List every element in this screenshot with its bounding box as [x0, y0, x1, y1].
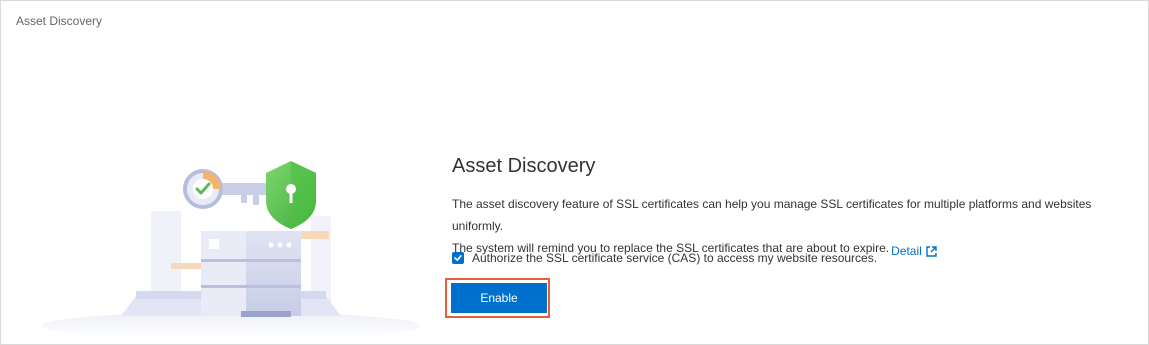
checkmark-icon: [454, 255, 462, 261]
enable-button[interactable]: Enable: [451, 283, 547, 313]
authorize-checkbox-row: Authorize the SSL certificate service (C…: [452, 251, 877, 265]
description-line-1: The asset discovery feature of SSL certi…: [452, 197, 1092, 233]
external-link-icon: [926, 245, 937, 257]
page-title: Asset Discovery: [452, 155, 596, 177]
breadcrumb: Asset Discovery: [16, 14, 103, 28]
detail-link-label: Detail: [891, 244, 922, 258]
feature-description: The asset discovery feature of SSL certi…: [452, 193, 1142, 259]
authorize-checkbox-label: Authorize the SSL certificate service (C…: [472, 251, 878, 265]
asset-discovery-panel: Asset Discovery Asset Discovery The asse…: [0, 0, 1149, 345]
ssl-illustration: [41, 161, 421, 340]
feature-intro: Asset Discovery The asset discovery feat…: [452, 153, 1142, 259]
authorize-checkbox[interactable]: [452, 252, 464, 264]
detail-link[interactable]: Detail: [891, 240, 937, 262]
